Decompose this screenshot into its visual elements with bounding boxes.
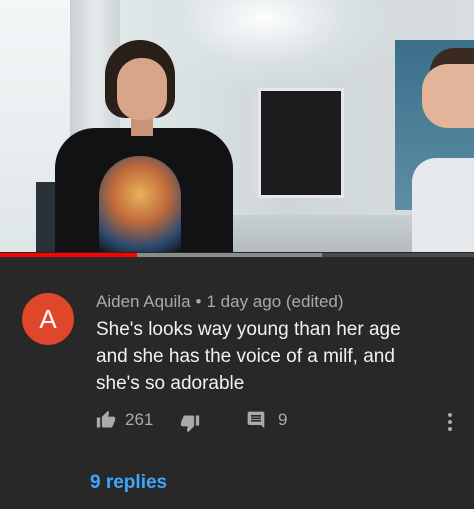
more-vertical-icon: [447, 413, 453, 436]
comment-author[interactable]: Aiden Aquila: [96, 292, 191, 311]
comment-meta: Aiden Aquila • 1 day ago (edited): [96, 292, 344, 312]
video-scene-person-left: [55, 40, 235, 252]
reply-button[interactable]: 9: [246, 410, 287, 430]
video-scene-person-right: [412, 48, 474, 252]
view-replies-link[interactable]: 9 replies: [90, 472, 167, 494]
reply-count: 9: [278, 410, 288, 429]
meta-separator: •: [195, 292, 202, 311]
more-options-button[interactable]: [447, 412, 453, 437]
dislike-button[interactable]: [180, 413, 200, 433]
thumbs-up-icon: [96, 410, 116, 430]
like-button[interactable]: 261: [96, 410, 153, 430]
avatar[interactable]: A: [22, 293, 74, 345]
comment-item: A Aiden Aquila • 1 day ago (edited) She's …: [0, 270, 474, 509]
comment-actions: 261 9: [96, 410, 466, 434]
comment-time: 1 day ago (edited): [206, 292, 344, 311]
thumbs-down-icon: [180, 413, 200, 433]
comment-icon: [246, 410, 266, 430]
progress-played: [0, 253, 138, 257]
video-scene-tv: [258, 88, 344, 198]
like-count: 261: [125, 410, 154, 429]
video-progress-bar[interactable]: [0, 253, 474, 257]
comment-text: She's looks way young than her age and s…: [96, 319, 401, 394]
video-player[interactable]: [0, 0, 474, 252]
